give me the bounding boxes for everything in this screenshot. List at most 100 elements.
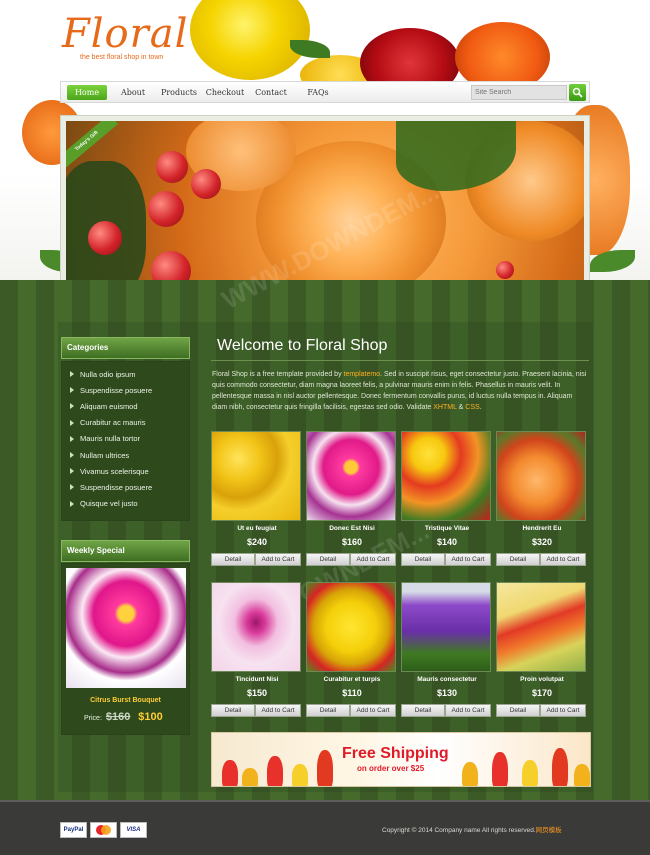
bullet-icon: [70, 468, 74, 475]
product-name[interactable]: Tristique Vitae: [401, 525, 493, 534]
end-text: .: [479, 404, 482, 411]
category-label: Quisque vel justo: [80, 499, 138, 509]
product-image[interactable]: [306, 582, 396, 672]
category-item[interactable]: Quisque vel justo: [62, 496, 189, 512]
product-card: Donec Est Nisi $160 Detail Add to Cart: [306, 431, 398, 566]
templatemo-link[interactable]: templatemo: [344, 371, 381, 378]
xhtml-link[interactable]: XHTML: [433, 404, 456, 411]
category-item[interactable]: Vivamus scelerisque: [62, 463, 189, 479]
product-price: $130: [436, 688, 458, 698]
mastercard-icon: [90, 822, 117, 838]
tulip-decoration: [222, 760, 238, 786]
add-to-cart-button[interactable]: Add to Cart: [540, 704, 586, 717]
product-image[interactable]: [211, 431, 301, 521]
add-to-cart-button[interactable]: Add to Cart: [445, 704, 491, 717]
tulip-decoration: [242, 768, 258, 786]
free-shipping-banner[interactable]: Free Shipping on order over $25: [211, 732, 591, 787]
category-item[interactable]: Mauris nulla tortor: [62, 431, 189, 447]
detail-button[interactable]: Detail: [401, 553, 445, 566]
product-image[interactable]: [496, 431, 586, 521]
search-input[interactable]: [471, 85, 567, 100]
category-label: Curabitur ac mauris: [80, 418, 146, 428]
product-image[interactable]: [211, 582, 301, 672]
bullet-icon: [70, 435, 74, 442]
footer-link[interactable]: 网页模板: [536, 827, 562, 834]
mastercard-logo: [96, 825, 111, 835]
banner-image[interactable]: Today's Gift: [66, 121, 584, 299]
product-price: $110: [342, 688, 362, 698]
product-name[interactable]: Donec Est Nisi: [306, 525, 398, 534]
category-item[interactable]: Nullam ultrices: [62, 447, 189, 463]
nav-contact[interactable]: Contact: [253, 85, 289, 100]
detail-button[interactable]: Detail: [401, 704, 445, 717]
search-icon: [572, 87, 583, 98]
add-to-cart-button[interactable]: Add to Cart: [350, 553, 396, 566]
amp-text: &: [456, 404, 466, 411]
category-item[interactable]: Suspendisse posuere: [62, 479, 189, 495]
nav-products[interactable]: Products: [159, 85, 199, 100]
product-name[interactable]: Proin volutpat: [496, 676, 588, 685]
category-label: Nullam ultrices: [80, 450, 130, 460]
visa-icon: VISA: [120, 822, 147, 838]
bullet-icon: [70, 484, 74, 491]
product-card: Hendrerit Eu $320 Detail Add to Cart: [496, 431, 588, 566]
product-name[interactable]: Curabitur et turpis: [306, 676, 398, 685]
product-price: $150: [246, 688, 268, 698]
category-label: Nulla odio ipsum: [80, 369, 136, 379]
nav-home[interactable]: Home: [67, 85, 107, 100]
css-link[interactable]: CSS: [465, 404, 479, 411]
product-name[interactable]: Mauris consectetur: [401, 676, 493, 685]
bullet-icon: [70, 371, 74, 378]
product-card: Tristique Vitae $140 Detail Add to Cart: [401, 431, 493, 566]
product-image[interactable]: [496, 582, 586, 672]
new-price: $100: [138, 711, 163, 723]
detail-button[interactable]: Detail: [306, 553, 350, 566]
tulip-decoration: [522, 760, 538, 786]
add-to-cart-button[interactable]: Add to Cart: [255, 704, 301, 717]
detail-button[interactable]: Detail: [211, 553, 255, 566]
category-label: Vivamus scelerisque: [80, 466, 149, 476]
bullet-icon: [70, 419, 74, 426]
detail-button[interactable]: Detail: [496, 553, 540, 566]
tulip-decoration: [574, 764, 590, 786]
nav-checkout[interactable]: Checkout: [205, 85, 245, 100]
product-name[interactable]: Hendrerit Eu: [496, 525, 588, 534]
tulip-decoration: [292, 764, 308, 786]
bullet-icon: [70, 387, 74, 394]
detail-button[interactable]: Detail: [496, 704, 540, 717]
weekly-special-price: Price: $160 $100: [84, 711, 163, 723]
product-name[interactable]: Tincidunt Nisi: [211, 676, 303, 685]
product-image[interactable]: [401, 431, 491, 521]
weekly-special-name[interactable]: Citrus Burst Bouquet: [61, 697, 190, 704]
product-card: Tincidunt Nisi $150 Detail Add to Cart: [211, 582, 303, 717]
detail-button[interactable]: Detail: [211, 704, 255, 717]
banner-berry: [496, 261, 514, 279]
logo-text: Floral: [62, 11, 189, 57]
category-item[interactable]: Suspendisse posuere: [62, 382, 189, 398]
nav-about[interactable]: About: [115, 85, 151, 100]
add-to-cart-button[interactable]: Add to Cart: [255, 553, 301, 566]
add-to-cart-button[interactable]: Add to Cart: [445, 553, 491, 566]
tulip-decoration: [462, 762, 478, 786]
nav-faqs[interactable]: FAQs: [303, 85, 333, 100]
detail-button[interactable]: Detail: [306, 704, 350, 717]
category-label: Suspendisse posuere: [80, 482, 153, 492]
category-item[interactable]: Curabitur ac mauris: [62, 415, 189, 431]
site-logo[interactable]: Floral the best floral shop in town: [62, 11, 189, 61]
search-button[interactable]: [569, 84, 586, 101]
weekly-special-image[interactable]: [66, 568, 186, 688]
category-item[interactable]: Aliquam euismod: [62, 398, 189, 414]
product-card: Mauris consectetur $130 Detail Add to Car…: [401, 582, 493, 717]
banner-berry: [191, 169, 221, 199]
product-image[interactable]: [306, 431, 396, 521]
category-label: Suspendisse posuere: [80, 385, 153, 395]
product-price: $240: [246, 537, 268, 547]
product-image[interactable]: [401, 582, 491, 672]
add-to-cart-button[interactable]: Add to Cart: [350, 704, 396, 717]
copyright-text: Copyright © 2014 Company name All rights…: [382, 824, 562, 834]
product-name[interactable]: Ut eu feugiat: [211, 525, 303, 534]
category-item[interactable]: Nulla odio ipsum: [62, 366, 189, 382]
free-shipping-headline: Free Shipping: [342, 745, 449, 762]
add-to-cart-button[interactable]: Add to Cart: [540, 553, 586, 566]
product-price: $140: [436, 537, 458, 547]
